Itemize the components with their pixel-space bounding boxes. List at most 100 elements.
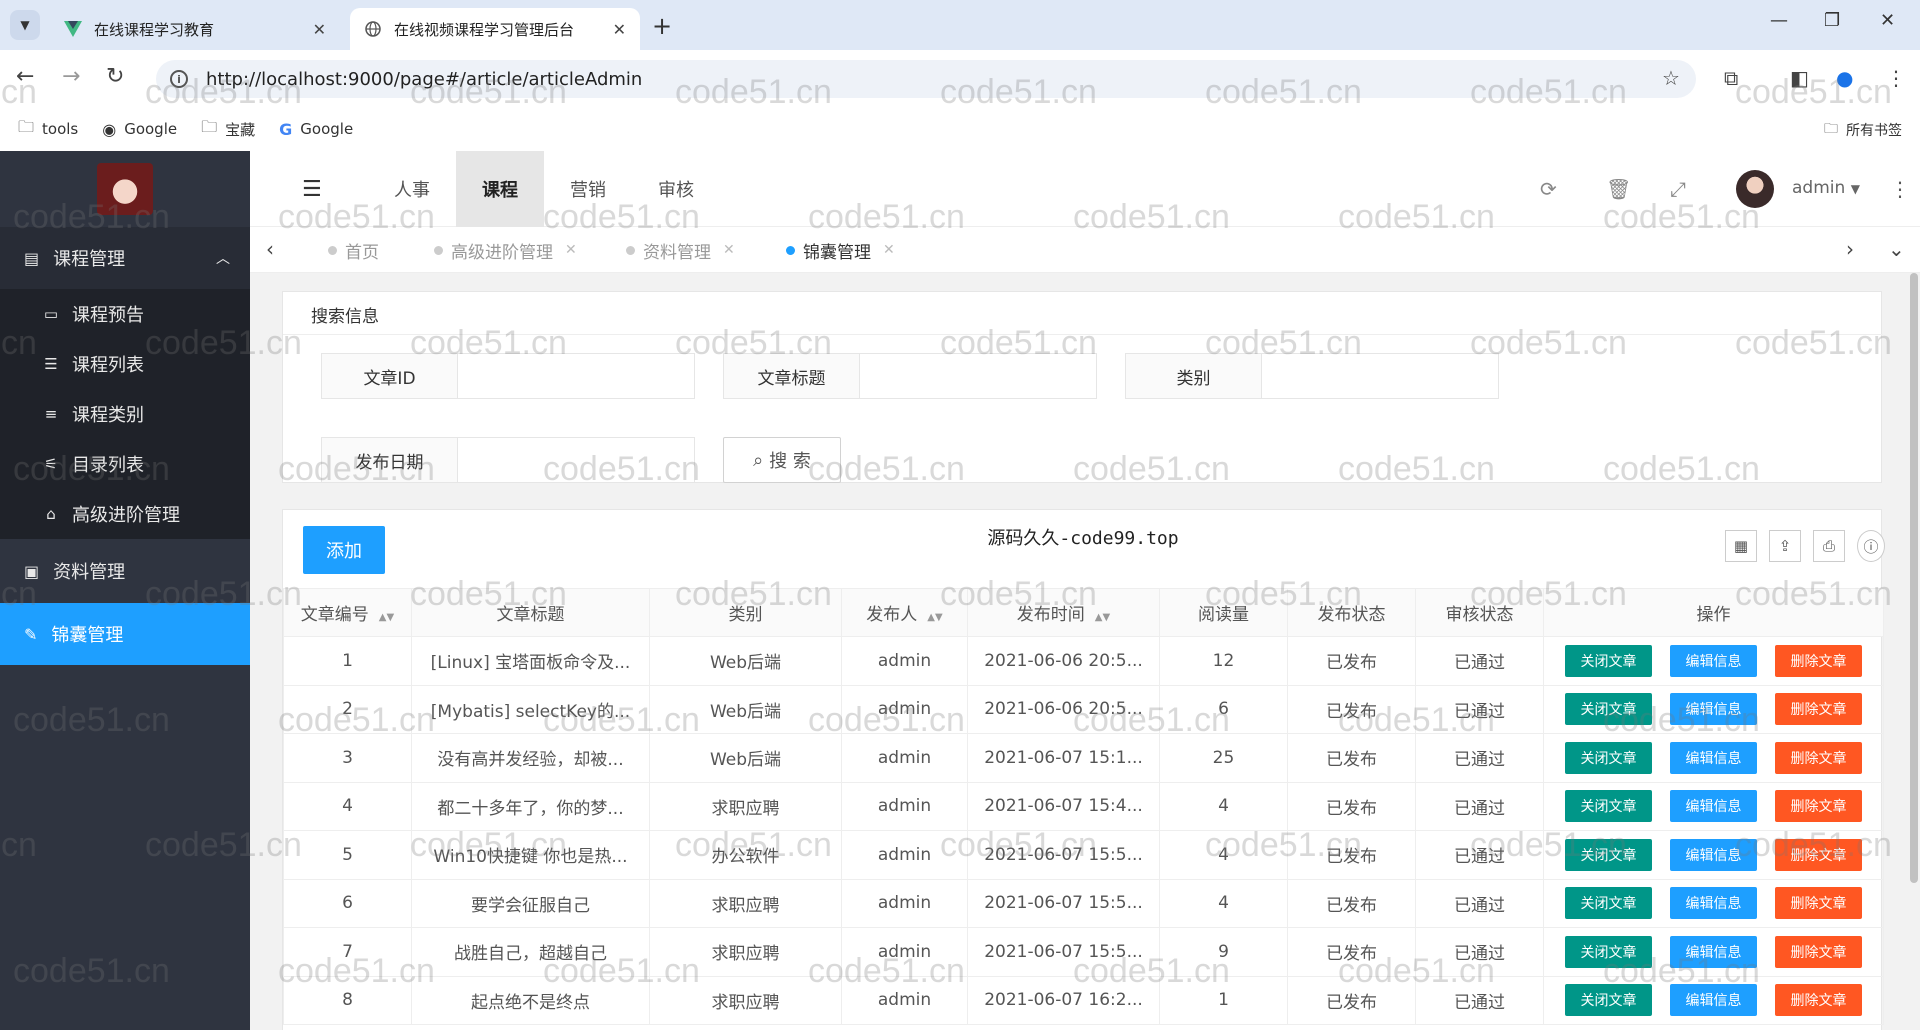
edit-info-button[interactable]: 编辑信息 [1670, 984, 1757, 1017]
sidebar-item-materials[interactable]: ▣ 资料管理 [0, 539, 250, 603]
url-bar[interactable]: i http://localhost:9000/page#/article/ar… [156, 60, 1696, 98]
delete-article-button[interactable]: 删除文章 [1775, 887, 1862, 920]
window-close-icon[interactable]: ✕ [1880, 10, 1895, 31]
sidebar-item-advanced[interactable]: ⌂ 高级进阶管理 [0, 489, 250, 539]
close-article-button[interactable]: 关闭文章 [1565, 644, 1652, 677]
all-bookmarks[interactable]: 🗀 所有书签 [1824, 118, 1902, 142]
browser-tab-2[interactable]: 在线视频课程学习管理后台 ✕ [350, 8, 640, 50]
close-icon[interactable]: ✕ [565, 242, 577, 258]
star-icon[interactable]: ☆ [1662, 66, 1680, 90]
bookmark-google-2[interactable]: G Google [279, 120, 353, 139]
nav-course[interactable]: 课程 [456, 151, 544, 227]
sidebar-item-catalog[interactable]: ⚟ 目录列表 [0, 439, 250, 489]
url-text[interactable]: http://localhost:9000/page#/article/arti… [206, 69, 642, 90]
back-icon[interactable]: ← [16, 64, 34, 89]
side-panel-icon[interactable]: ◧ [1790, 66, 1809, 90]
search-panel: 搜索信息 文章ID 文章标题 类别 发布日期 ⌕ 搜 索 [282, 291, 1883, 483]
article-id-input[interactable] [458, 354, 694, 398]
print-icon[interactable]: ⎙ [1813, 530, 1845, 562]
nav-audit[interactable]: 审核 [632, 151, 720, 227]
chevron-down-icon[interactable]: ⌄ [1888, 237, 1905, 261]
publish-date-input[interactable] [458, 438, 694, 482]
bookmark-tools[interactable]: 🗀 tools [18, 116, 78, 143]
col-header-id[interactable]: 文章编号 ▲▼ [283, 588, 412, 637]
tab-home[interactable]: 首页 [328, 227, 379, 273]
search-button[interactable]: ⌕ 搜 索 [723, 437, 841, 483]
category-input[interactable] [1262, 354, 1498, 398]
sidebar-item-course-category[interactable]: ≡ 课程类别 [0, 389, 250, 439]
sort-icon[interactable]: ▲▼ [379, 612, 394, 623]
info-icon[interactable]: i [170, 70, 188, 88]
extensions-icon[interactable]: ⧉ [1724, 66, 1738, 90]
reload-icon[interactable]: ↻ [106, 64, 124, 89]
info-icon[interactable]: ⓘ [1857, 530, 1885, 562]
close-article-button[interactable]: 关闭文章 [1565, 935, 1652, 968]
more-vert-icon[interactable]: ⋮ [1886, 66, 1906, 90]
export-icon[interactable]: ⇪ [1769, 530, 1801, 562]
close-article-button[interactable]: 关闭文章 [1565, 838, 1652, 871]
restore-icon[interactable]: ❐ [1824, 10, 1840, 31]
tab-advanced[interactable]: 高级进阶管理 ✕ [434, 227, 577, 273]
edit-info-button[interactable]: 编辑信息 [1670, 741, 1757, 774]
scrollbar[interactable] [1910, 273, 1920, 1030]
user-menu[interactable]: admin ▼ [1792, 178, 1860, 198]
sidebar-item-course-list[interactable]: ☰ 课程列表 [0, 339, 250, 389]
close-article-button[interactable]: 关闭文章 [1565, 984, 1652, 1017]
refresh-icon[interactable]: ⟳ [1540, 177, 1557, 201]
chevron-left-icon[interactable]: ‹ [266, 237, 274, 261]
sidebar-group-course[interactable]: ▤ 课程管理 ︿ [0, 227, 250, 289]
close-icon[interactable]: ✕ [613, 20, 626, 39]
close-article-button[interactable]: 关闭文章 [1565, 790, 1652, 823]
tab-search-button[interactable]: ▼ [10, 10, 40, 40]
sort-icon[interactable]: ▲▼ [927, 612, 942, 623]
delete-article-button[interactable]: 删除文章 [1775, 838, 1862, 871]
scrollbar-thumb[interactable] [1910, 273, 1918, 883]
columns-icon[interactable]: ▦ [1725, 530, 1757, 562]
delete-article-button[interactable]: 删除文章 [1775, 935, 1862, 968]
hamburger-icon[interactable]: ☰ [302, 177, 322, 202]
delete-article-button[interactable]: 删除文章 [1775, 790, 1862, 823]
tab-tips[interactable]: 锦囊管理 ✕ [786, 227, 895, 273]
delete-article-button[interactable]: 删除文章 [1775, 984, 1862, 1017]
sort-icon[interactable]: ▲▼ [1095, 612, 1110, 623]
minimize-icon[interactable]: — [1770, 10, 1788, 31]
close-icon[interactable]: ✕ [313, 20, 326, 39]
bookmark-google[interactable]: ◉ Google [102, 120, 177, 139]
user-avatar[interactable] [1736, 170, 1774, 208]
more-vert-icon[interactable]: ⋮ [1890, 177, 1910, 201]
close-article-button[interactable]: 关闭文章 [1565, 741, 1652, 774]
close-icon[interactable]: ✕ [723, 242, 735, 258]
add-button[interactable]: 添加 [303, 526, 385, 574]
nav-marketing[interactable]: 营销 [544, 151, 632, 227]
edit-info-button[interactable]: 编辑信息 [1670, 887, 1757, 920]
cell-title: 要学会征服自己 [411, 878, 650, 928]
close-article-button[interactable]: 关闭文章 [1565, 887, 1652, 920]
close-article-button[interactable]: 关闭文章 [1565, 693, 1652, 726]
delete-article-button[interactable]: 删除文章 [1775, 644, 1862, 677]
nav-hr[interactable]: 人事 [368, 151, 456, 227]
fullscreen-icon[interactable]: ⤢ [1670, 177, 1686, 201]
forward-icon[interactable]: → [62, 64, 80, 89]
edit-info-button[interactable]: 编辑信息 [1670, 644, 1757, 677]
tab-materials[interactable]: 资料管理 ✕ [626, 227, 735, 273]
article-title-input[interactable] [860, 354, 1096, 398]
edit-info-button[interactable]: 编辑信息 [1670, 790, 1757, 823]
profile-icon[interactable]: ● [1836, 66, 1853, 90]
close-icon[interactable]: ✕ [883, 242, 895, 258]
sidebar-item-course-preview[interactable]: ▭ 课程预告 [0, 289, 250, 339]
trash-icon[interactable]: 🗑 [1606, 177, 1631, 201]
edit-info-button[interactable]: 编辑信息 [1670, 693, 1757, 726]
delete-article-button[interactable]: 删除文章 [1775, 741, 1862, 774]
edit-info-button[interactable]: 编辑信息 [1670, 838, 1757, 871]
new-tab-icon[interactable]: + [652, 12, 672, 40]
col-header-author[interactable]: 发布人 ▲▼ [841, 588, 968, 637]
delete-article-button[interactable]: 删除文章 [1775, 693, 1862, 726]
sidebar-item-tips[interactable]: ✎ 锦囊管理 [0, 603, 250, 665]
col-header-time[interactable]: 发布时间 ▲▼ [967, 588, 1160, 637]
edit-info-button[interactable]: 编辑信息 [1670, 935, 1757, 968]
browser-tab-1[interactable]: 在线课程学习教育 ✕ [50, 8, 340, 50]
chevron-right-icon[interactable]: › [1846, 237, 1854, 261]
caret-down-icon: ▼ [1850, 182, 1860, 196]
cell-reads: 12 [1159, 636, 1288, 686]
bookmark-baozang[interactable]: 🗀 宝藏 [201, 116, 255, 143]
